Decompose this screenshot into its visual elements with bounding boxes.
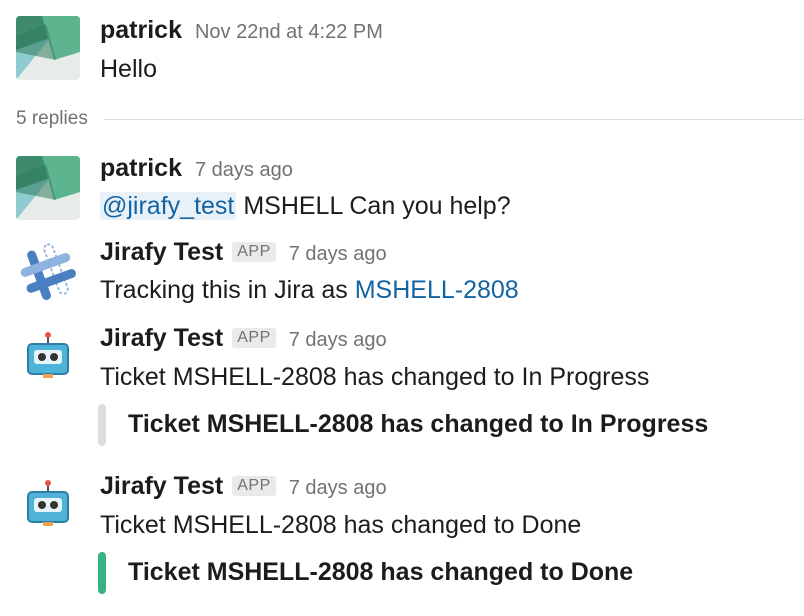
message-header: Jirafy Test APP 7 days ago	[100, 472, 387, 502]
user-mention[interactable]: @jirafy_test	[100, 192, 237, 220]
attachment-title: Ticket MSHELL-2808 has changed to Done	[128, 558, 634, 586]
jirafy-logo-icon[interactable]	[16, 240, 80, 304]
message-header: patrick 7 days ago	[100, 154, 293, 184]
replies-count: 5 replies	[16, 108, 88, 129]
message-header: patrick Nov 22nd at 4:22 PM	[100, 16, 383, 46]
message-text: @jirafy_test MSHELL Can you help?	[100, 192, 511, 221]
attachment-color-bar	[98, 404, 106, 446]
app-badge: APP	[232, 328, 276, 348]
attachment-title: Ticket MSHELL-2808 has changed to In Pro…	[128, 410, 709, 438]
timestamp[interactable]: 7 days ago	[289, 329, 387, 352]
sender-name[interactable]: patrick	[100, 16, 182, 45]
app-badge: APP	[232, 242, 276, 262]
timestamp[interactable]: Nov 22nd at 4:22 PM	[195, 21, 383, 44]
app-badge: APP	[232, 476, 276, 496]
patrick-avatar-icon[interactable]	[16, 156, 80, 220]
sender-name[interactable]: Jirafy Test	[100, 324, 223, 353]
sender-name[interactable]: Jirafy Test	[100, 472, 223, 501]
divider-line	[103, 118, 804, 120]
message-text: Hello	[100, 55, 157, 83]
sender-name[interactable]: Jirafy Test	[100, 238, 223, 267]
timestamp[interactable]: 7 days ago	[289, 477, 387, 500]
sender-name[interactable]: patrick	[100, 154, 182, 183]
message-text: Tracking this in Jira as MSHELL-2808	[100, 276, 519, 305]
thread-replies-divider: 5 replies	[16, 106, 804, 132]
robot-icon[interactable]	[16, 474, 80, 538]
timestamp[interactable]: 7 days ago	[289, 243, 387, 266]
robot-icon[interactable]	[16, 326, 80, 390]
message-text-content: MSHELL Can you help?	[243, 192, 511, 220]
patrick-avatar-icon[interactable]	[16, 16, 80, 80]
jira-issue-link[interactable]: MSHELL-2808	[355, 276, 519, 304]
message-text: Ticket MSHELL-2808 has changed to In Pro…	[100, 363, 650, 391]
message-text: Ticket MSHELL-2808 has changed to Done	[100, 511, 582, 539]
attachment-color-bar	[98, 552, 106, 594]
timestamp[interactable]: 7 days ago	[195, 159, 293, 182]
message-text-content: Tracking this in Jira as	[100, 276, 348, 304]
message-header: Jirafy Test APP 7 days ago	[100, 238, 387, 268]
message-header: Jirafy Test APP 7 days ago	[100, 324, 387, 354]
